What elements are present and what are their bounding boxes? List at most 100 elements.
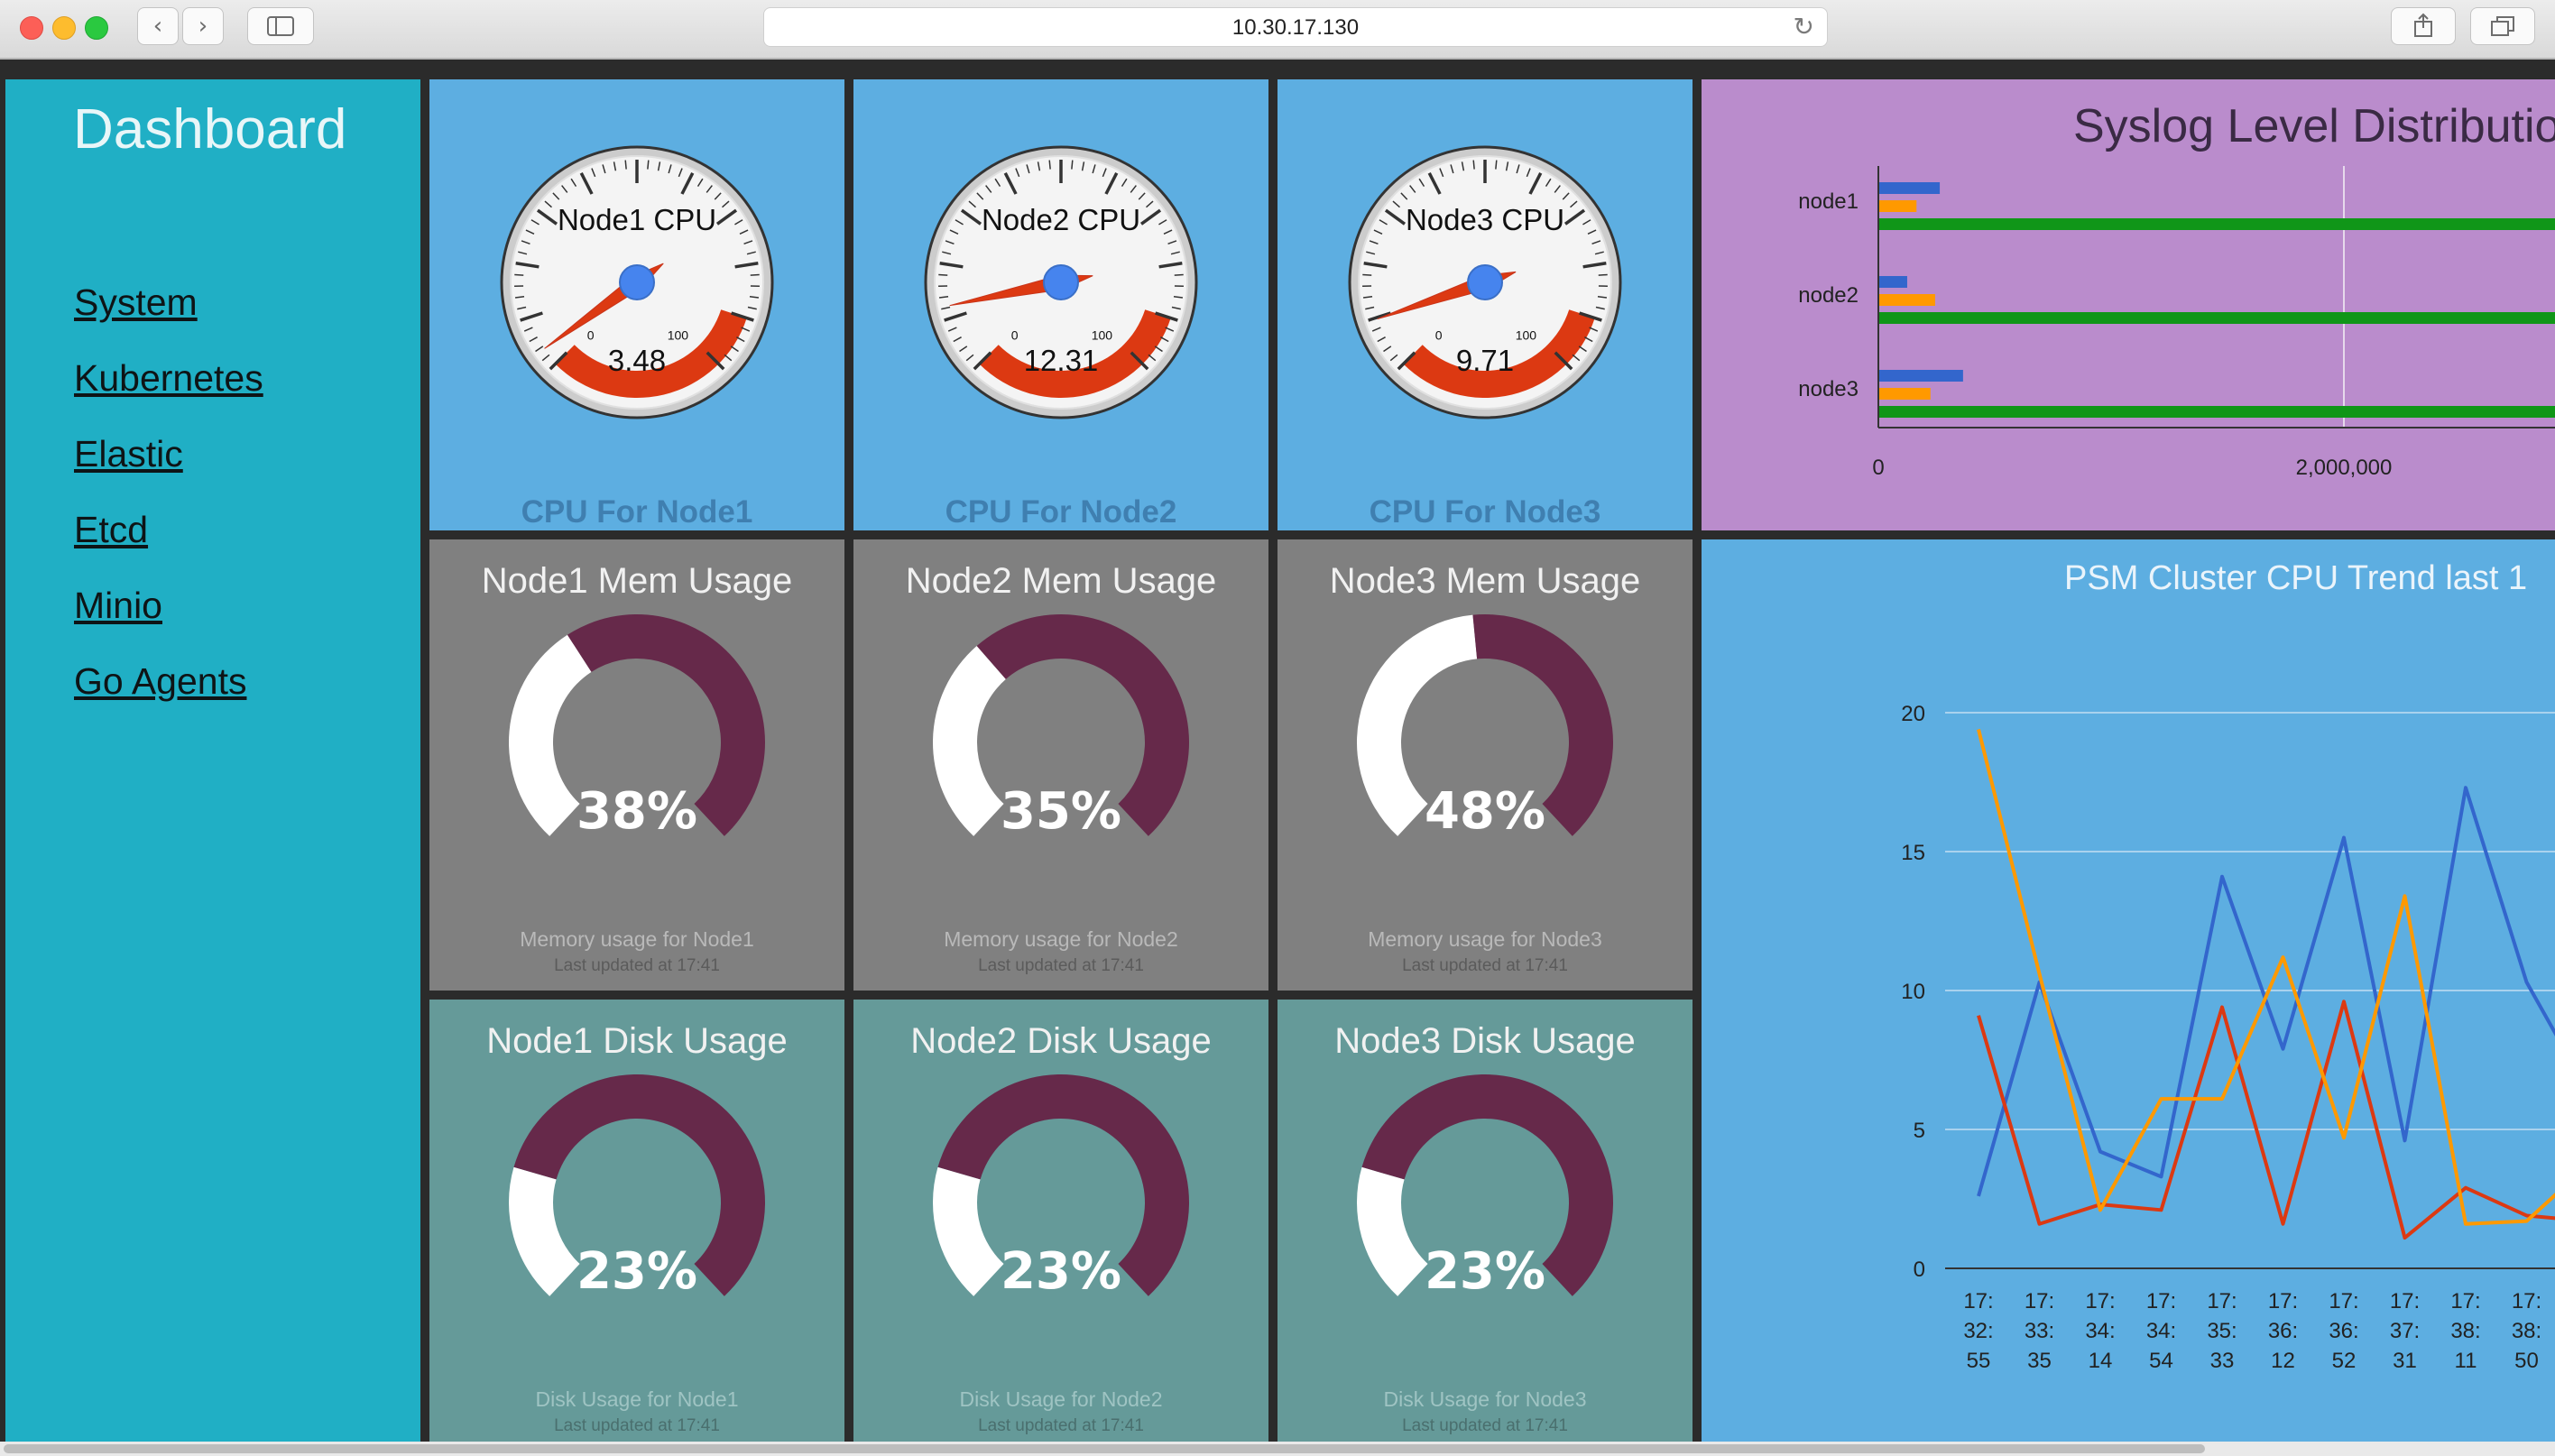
horizontal-scrollbar[interactable]: [0, 1442, 2555, 1456]
cpu-trend-chart-tile: PSM Cluster CPU Trend last 1 0 5 10 15 20 17:…: [1702, 539, 2555, 1442]
disk-tile-node1: Node1 Disk Usage 23% Disk Usage for Node…: [429, 1000, 844, 1442]
gauge-tick: [1174, 273, 1184, 276]
mem-caption: Memory usage for Node3: [1368, 927, 1602, 951]
gauge-tick: [1472, 160, 1475, 170]
cpu-tile-node3: Node3 CPU 0 100 9.71 CPU For Node3: [1278, 79, 1693, 530]
disk-tile-node3: Node3 Disk Usage 23% Disk Usage for Node…: [1278, 1000, 1693, 1442]
gauge-percent: 23%: [576, 1242, 697, 1301]
gauge-tick: [1362, 273, 1372, 276]
syslog-chart-tile: Syslog Level Distributio 02,000,0004,000…: [1702, 79, 2555, 530]
reload-icon[interactable]: ↻: [1794, 8, 1814, 46]
syslog-bar: [1879, 312, 2555, 324]
sidebar: Dashboard System Kubernetes Elastic Etcd…: [5, 79, 420, 1442]
tabs-overview-button[interactable]: [2470, 7, 2535, 45]
gauge-min-label: 0: [1435, 327, 1443, 342]
trend-y-tick-label: 0: [1914, 1258, 1925, 1282]
trend-x-tick-label: 17:: [2085, 1289, 2115, 1313]
gauge-used-arc: [933, 645, 1006, 836]
forward-button[interactable]: ›: [182, 7, 224, 45]
gauge-tick: [938, 273, 948, 276]
gauge-value: 12.31: [1024, 344, 1099, 377]
cpu-trend-line-chart: 0 5 10 15 20 17: 32: 55 17: 33: 35 17: 34: 14 17: 34: 54…: [1901, 702, 2555, 1373]
zoom-window-button[interactable]: [85, 16, 108, 40]
chevron-left-icon: ‹: [152, 13, 163, 40]
syslog-bar: [1879, 388, 1931, 400]
nav-link-kubernetes[interactable]: Kubernetes: [74, 357, 263, 400]
dashboard-title: Dashboard: [73, 98, 347, 161]
cpu-tile-node2: Node2 CPU 0 100 12.31 CPU For Node2: [853, 79, 1268, 530]
disk-gauge-node1: 23%: [509, 1074, 765, 1301]
trend-x-tick-label: 31: [2393, 1349, 2417, 1373]
gauge-max-label: 100: [668, 327, 689, 342]
trend-x-tick-label: 14: [2089, 1349, 2113, 1373]
gauge-max-label: 100: [1092, 327, 1113, 342]
trend-x-tick-label: 17:: [2450, 1289, 2480, 1313]
nav-link-go-agents[interactable]: Go Agents: [74, 660, 246, 703]
syslog-bar: [1879, 200, 1917, 212]
trend-series-line: [1977, 728, 2555, 1226]
gauge-value: 9.71: [1456, 344, 1514, 377]
gauge-value: 3.48: [608, 344, 666, 377]
scrollbar-thumb[interactable]: [4, 1444, 2205, 1453]
trend-x-tick-label: 17:: [2390, 1289, 2420, 1313]
gauge-min-label: 0: [1011, 327, 1019, 342]
mem-tile-node2: Node2 Mem Usage 35% Memory usage for Nod…: [853, 539, 1268, 991]
chevron-right-icon: ›: [198, 13, 208, 40]
gauge-label: Node2 CPU: [982, 203, 1140, 236]
gauge-used-arc: [509, 1166, 580, 1296]
sidebar-toggle-button[interactable]: [247, 7, 314, 45]
nav-link-system[interactable]: System: [74, 281, 198, 324]
top-bar: [0, 60, 2555, 78]
cpu-gauge-node2: Node2 CPU 0 100 12.31: [924, 145, 1198, 419]
gauge-hub: [1467, 264, 1503, 300]
cpu-tile-node1: Node1 CPU 0 100 3.48 CPU For Node1: [429, 79, 844, 530]
gauge-used-arc: [1357, 1166, 1428, 1296]
trend-x-tick-label: 17:: [2268, 1289, 2298, 1313]
gauge-tick: [514, 273, 524, 276]
trend-x-tick-label: 34:: [2085, 1319, 2115, 1343]
disk-gauge-node2: 23%: [933, 1074, 1189, 1301]
syslog-category-label: node2: [1798, 283, 1859, 308]
gauge-hub: [619, 264, 655, 300]
syslog-category-label: node1: [1798, 189, 1859, 214]
trend-x-tick-label: 50: [2514, 1349, 2539, 1373]
gauge-tick: [750, 273, 760, 276]
mem-updated: Last updated at 17:41: [1402, 956, 1568, 975]
close-window-button[interactable]: [20, 16, 43, 40]
cpu-gauge-node1: Node1 CPU 0 1003.48: [500, 145, 774, 419]
share-button[interactable]: [2391, 7, 2456, 45]
trend-x-tick-label: 12: [2271, 1349, 2295, 1373]
syslog-bar: [1879, 182, 1941, 194]
mem-gauge-node3: 48%: [1357, 614, 1613, 841]
trend-x-tick-label: 38:: [2512, 1319, 2541, 1343]
gauge-label: Node1 CPU: [558, 203, 716, 236]
gauge-min-label: 0: [587, 327, 595, 342]
share-icon: [2414, 13, 2432, 37]
gauge-percent: 48%: [1425, 782, 1545, 841]
gauge-hub: [1043, 264, 1079, 300]
browser-toolbar: ‹ › 10.30.17.130 ↻: [0, 0, 2555, 60]
gauge-percent: 35%: [1001, 782, 1121, 841]
trend-x-tick-label: 34:: [2146, 1319, 2176, 1343]
trend-series-line: [1977, 1000, 2555, 1240]
disk-caption: Disk Usage for Node3: [1383, 1387, 1587, 1411]
gauge-tick: [1071, 160, 1074, 170]
gauge-label: Node3 CPU: [1406, 203, 1564, 236]
nav-link-etcd[interactable]: Etcd: [74, 509, 148, 551]
cpu-gauge-node3: Node3 CPU 0 1009.71: [1348, 145, 1622, 419]
trend-x-tick-label: 54: [2149, 1349, 2173, 1373]
trend-x-tick-label: 35: [2027, 1349, 2052, 1373]
nav-link-minio[interactable]: Minio: [74, 585, 162, 627]
trend-x-tick-label: 55: [1967, 1349, 1991, 1373]
back-button[interactable]: ‹: [137, 7, 179, 45]
gauge-percent: 23%: [1001, 1242, 1121, 1301]
minimize-window-button[interactable]: [52, 16, 76, 40]
syslog-bar: [1879, 294, 1935, 306]
disk-caption: Disk Usage for Node1: [535, 1387, 739, 1411]
nav-link-elastic[interactable]: Elastic: [74, 433, 183, 475]
disk-updated: Last updated at 17:41: [554, 1416, 720, 1435]
trend-x-tick-label: 17:: [1963, 1289, 1993, 1313]
trend-x-tick-label: 17:: [2025, 1289, 2054, 1313]
address-bar[interactable]: 10.30.17.130 ↻: [763, 7, 1828, 47]
syslog-bar: [1879, 218, 2555, 230]
